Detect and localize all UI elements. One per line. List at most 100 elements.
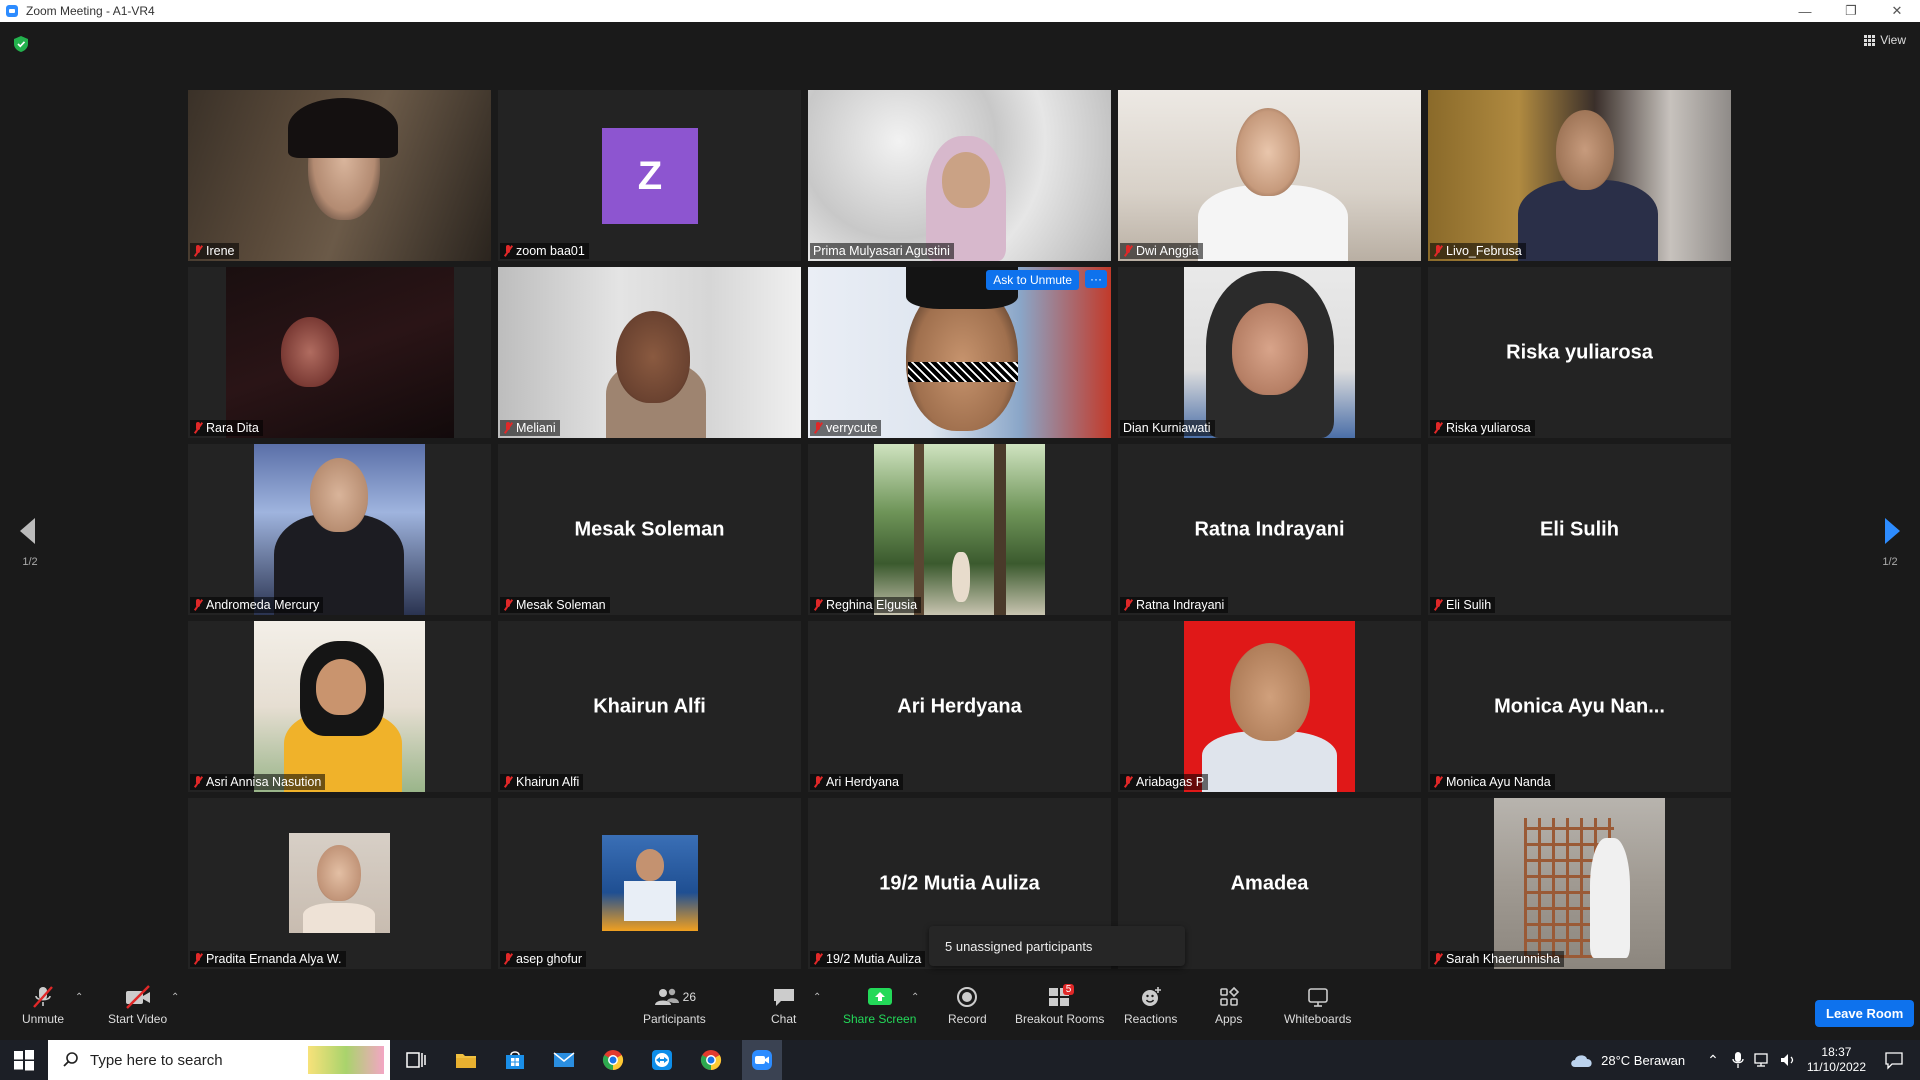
volume-icon[interactable] <box>1779 1051 1797 1069</box>
notification-center-icon[interactable] <box>1884 1050 1904 1070</box>
windows-start-icon[interactable] <box>12 1048 36 1072</box>
unassigned-participants-popup[interactable]: 5 unassigned participants <box>929 926 1185 966</box>
chat-icon <box>773 989 794 1006</box>
participant-tile[interactable]: Ratna Indrayani Ratna Indrayani <box>1118 444 1421 615</box>
participant-name-label: Dwi Anggia <box>1120 243 1203 259</box>
participant-name: Sarah Khaerunnisha <box>1446 952 1560 966</box>
window-title: Zoom Meeting - A1-VR4 <box>26 4 155 18</box>
participant-tile[interactable]: Ariabagas P <box>1118 621 1421 792</box>
participant-name-label: Ratna Indrayani <box>1120 597 1229 613</box>
participant-video <box>1428 90 1731 261</box>
ask-to-unmute-button[interactable]: Ask to Unmute <box>986 270 1079 290</box>
whiteboards-button[interactable]: Whiteboards <box>1284 984 1351 1026</box>
participant-tile[interactable]: Reghina Elgusia <box>808 444 1111 615</box>
participant-tile[interactable]: Irene <box>188 90 491 261</box>
breakout-rooms-button[interactable]: 5 Breakout Rooms <box>1015 984 1104 1026</box>
security-shield-icon[interactable] <box>14 36 28 52</box>
participant-tile[interactable]: Mesak Soleman Mesak Soleman <box>498 444 801 615</box>
participant-tile[interactable]: Z zoom baa01 <box>498 90 801 261</box>
muted-mic-icon <box>813 953 823 965</box>
chrome-icon[interactable] <box>601 1048 625 1072</box>
next-page-arrow-icon[interactable] <box>1885 518 1900 544</box>
minimize-button[interactable]: — <box>1782 0 1828 22</box>
participant-tile[interactable]: Rara Dita <box>188 267 491 438</box>
mail-icon[interactable] <box>552 1048 576 1072</box>
show-hidden-icons-icon[interactable]: ⌃ <box>1707 1052 1719 1069</box>
participant-video <box>1184 267 1355 438</box>
participant-tile[interactable]: Ask to Unmute ··· verrycute <box>808 267 1111 438</box>
previous-page-arrow-icon[interactable] <box>20 518 35 544</box>
video-options-caret-icon[interactable]: ⌃ <box>171 992 179 1003</box>
participant-name: 19/2 Mutia Auliza <box>826 952 922 966</box>
popup-text: 5 unassigned participants <box>945 938 1093 954</box>
participant-tile[interactable]: Meliani <box>498 267 801 438</box>
participant-name-label: Ari Herdyana <box>810 774 903 790</box>
participant-tile[interactable]: Livo_Februsa <box>1428 90 1731 261</box>
chat-button[interactable]: Chat <box>771 984 796 1026</box>
microsoft-store-icon[interactable] <box>503 1048 527 1072</box>
muted-mic-icon <box>813 599 823 611</box>
teamviewer-icon[interactable] <box>650 1048 674 1072</box>
share-screen-button[interactable]: Share Screen <box>843 984 916 1026</box>
participant-display-name: Mesak Soleman <box>574 518 725 540</box>
taskbar-clock[interactable]: 18:37 11/10/2022 <box>1807 1045 1866 1075</box>
file-explorer-icon[interactable] <box>454 1048 478 1072</box>
task-view-icon[interactable] <box>404 1048 428 1072</box>
participant-tile[interactable]: Sarah Khaerunnisha <box>1428 798 1731 969</box>
share-options-caret-icon[interactable]: ⌃ <box>911 992 919 1003</box>
participant-video <box>808 267 1111 438</box>
network-icon[interactable] <box>1753 1051 1771 1069</box>
participant-name: Dwi Anggia <box>1136 244 1199 258</box>
participants-button[interactable]: 26 Participants <box>643 984 706 1026</box>
muted-mic-icon <box>1433 245 1443 257</box>
apps-button[interactable]: Apps <box>1215 984 1242 1026</box>
muted-mic-icon <box>193 599 203 611</box>
muted-mic-icon <box>1433 953 1443 965</box>
participant-tile[interactable]: asep ghofur <box>498 798 801 969</box>
participant-video <box>808 90 1111 261</box>
participant-name: Dian Kurniawati <box>1123 421 1211 435</box>
start-video-button[interactable]: Start Video <box>108 984 167 1026</box>
participant-name-label: Pradita Ernanda Alya W. <box>190 951 346 967</box>
participant-profile-picture <box>289 833 390 933</box>
participant-video <box>226 267 454 438</box>
participant-tile[interactable]: Pradita Ernanda Alya W. <box>188 798 491 969</box>
participant-tile[interactable]: Ari Herdyana Ari Herdyana <box>808 621 1111 792</box>
participant-tile[interactable]: Khairun Alfi Khairun Alfi <box>498 621 801 792</box>
muted-mic-icon <box>1433 422 1443 434</box>
participant-display-name: Monica Ayu Nan... <box>1494 695 1665 717</box>
unmute-button[interactable]: Unmute <box>22 984 64 1026</box>
taskbar-search-input[interactable]: Type here to search <box>48 1040 390 1080</box>
participant-tile[interactable]: Dwi Anggia <box>1118 90 1421 261</box>
participant-name-label: asep ghofur <box>500 951 587 967</box>
participant-tile-active-speaker[interactable]: Prima Mulyasari Agustini <box>808 90 1111 261</box>
zoom-taskbar-icon[interactable] <box>750 1048 774 1072</box>
chrome-profile-icon[interactable] <box>699 1048 723 1072</box>
microphone-tray-icon[interactable] <box>1731 1051 1745 1069</box>
participant-tile[interactable]: Riska yuliarosa Riska yuliarosa <box>1428 267 1731 438</box>
breakout-rooms-badge: 5 <box>1062 984 1075 995</box>
search-highlight-image <box>308 1046 384 1074</box>
muted-mic-icon <box>193 953 203 965</box>
restore-button[interactable]: ❐ <box>1828 0 1874 22</box>
participant-name-label: Ariabagas P <box>1120 774 1209 790</box>
participant-name: Meliani <box>516 421 556 435</box>
window-titlebar: Zoom Meeting - A1-VR4 — ❐ ✕ <box>0 0 1920 22</box>
more-options-button[interactable]: ··· <box>1085 270 1107 288</box>
participant-tile[interactable]: Monica Ayu Nan... Monica Ayu Nanda <box>1428 621 1731 792</box>
participant-tile[interactable]: Eli Sulih Eli Sulih <box>1428 444 1731 615</box>
muted-mic-icon <box>1433 776 1443 788</box>
leave-room-button[interactable]: Leave Room <box>1815 1000 1915 1027</box>
view-button[interactable]: View <box>1864 33 1906 47</box>
close-button[interactable]: ✕ <box>1874 0 1920 22</box>
audio-options-caret-icon[interactable]: ⌃ <box>75 992 83 1003</box>
chat-options-caret-icon[interactable]: ⌃ <box>813 992 821 1003</box>
participants-icon <box>654 988 679 1005</box>
participant-tile[interactable]: Asri Annisa Nasution <box>188 621 491 792</box>
share-screen-label: Share Screen <box>843 1012 917 1026</box>
participant-name: asep ghofur <box>516 952 583 966</box>
participant-tile[interactable]: Dian Kurniawati <box>1118 267 1421 438</box>
reactions-button[interactable]: Reactions <box>1124 984 1177 1026</box>
participant-tile[interactable]: Andromeda Mercury <box>188 444 491 615</box>
record-button[interactable]: Record <box>948 984 987 1026</box>
